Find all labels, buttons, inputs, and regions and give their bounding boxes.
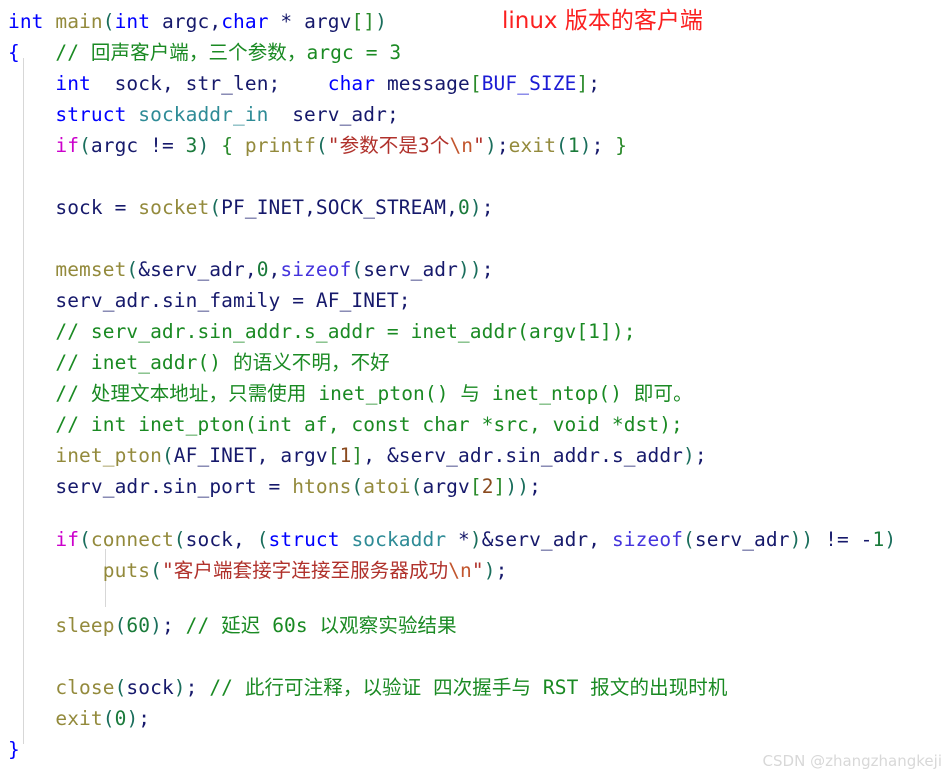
code-line-23: close(sock); // 此行可注释，以验证 四次握手与 RST 报文的出… [55,676,728,699]
code-line-7: sock = socket(PF_INET,SOCK_STREAM,0); [55,196,494,219]
code-editor-surface: int main(int argc,char * argv[]) { // 回声… [0,0,950,779]
code-line-10: serv_adr.sin_family = AF_INET; [55,289,411,312]
code-line-1: int main(int argc,char * argv[]) [8,10,387,33]
csdn-watermark: CSDN @zhangzhangkeji [762,752,942,770]
code-line-12: // inet_addr() 的语义不明，不好 [55,351,390,374]
code-line-25: } [8,738,20,761]
code-line-21: sleep(60); // 延迟 60s 以观察实验结果 [55,614,457,637]
code-line-19: puts("客户端套接字连接至服务器成功\n"); [102,559,508,582]
code-line-18: if(connect(sock, (struct sockaddr *)&ser… [55,528,897,551]
code-line-2: { // 回声客户端，三个参数，argc = 3 [8,41,402,64]
code-line-13: // 处理文本地址，只需使用 inet_pton() 与 inet_ntop()… [55,382,693,405]
code-line-11: // serv_adr.sin_addr.s_addr = inet_addr(… [55,320,636,343]
code-line-24: exit(0); [55,707,151,730]
code-line-4: struct sockaddr_in serv_adr; [55,103,399,126]
code-line-3: int sock, str_len; char message[BUF_SIZE… [55,72,601,95]
annotation-title: linux 版本的客户端 [502,8,703,34]
code-line-14: // int inet_pton(int af, const char *src… [55,413,683,436]
code-line-5: if(argc != 3) { printf("参数不是3个\n");exit(… [55,134,628,157]
code-line-15: inet_pton(AF_INET, argv[1], &serv_adr.si… [55,444,707,467]
code-line-16: serv_adr.sin_port = htons(atoi(argv[2]))… [55,475,541,498]
code-line-9: memset(&serv_adr,0,sizeof(serv_adr)); [55,258,494,281]
